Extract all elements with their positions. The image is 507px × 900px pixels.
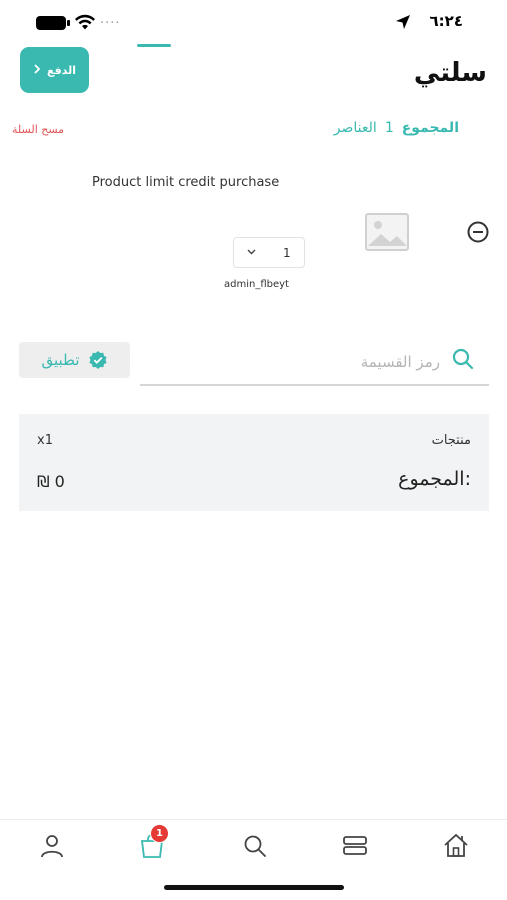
summary-items-label: العناصر: [333, 120, 377, 136]
battery-icon: [36, 16, 70, 30]
search-icon[interactable]: [241, 832, 269, 860]
checkout-button[interactable]: الدفع: [20, 47, 89, 93]
product-name[interactable]: Product limit credit purchase: [92, 175, 279, 190]
status-time: ٦:٢٤: [429, 12, 463, 30]
seller-name: admin_flbeyt: [224, 279, 289, 290]
apply-coupon-label: تطبيق: [41, 351, 80, 369]
total-label: المجموع:: [398, 468, 471, 490]
order-totals-panel: منتجات x1 المجموع: ₪ 0: [19, 414, 489, 511]
search-icon: [452, 348, 474, 370]
home-icon[interactable]: [442, 832, 470, 860]
chevron-down-icon: [247, 247, 256, 258]
clear-cart-link[interactable]: مسح السلة: [12, 123, 64, 136]
coupon-field: [140, 341, 489, 386]
location-arrow-icon: [396, 15, 410, 29]
home-indicator: [164, 885, 344, 890]
chevron-right-icon: [33, 63, 41, 77]
products-label: منتجات: [431, 433, 471, 448]
cart-tab[interactable]: 1: [138, 824, 169, 860]
checkout-button-label: الدفع: [47, 63, 76, 77]
cart-badge: 1: [150, 824, 169, 843]
page-title: سلتي: [413, 58, 487, 88]
products-count: x1: [37, 433, 53, 448]
verified-badge-icon: [88, 351, 107, 369]
summary-total-label: المجموع: [401, 120, 459, 136]
total-value: ₪ 0: [37, 472, 65, 491]
user-icon[interactable]: [38, 832, 66, 860]
coupon-input[interactable]: [140, 347, 440, 377]
active-tab-indicator: [137, 44, 171, 47]
cart-summary: المجموع 1 العناصر: [334, 120, 459, 136]
image-placeholder-icon: [365, 213, 409, 251]
minus-circle-icon[interactable]: [466, 220, 490, 244]
quantity-value: 1: [283, 245, 291, 260]
wifi-icon: [75, 14, 95, 30]
quantity-select[interactable]: 1: [233, 237, 305, 268]
signal-indicator: ....: [100, 12, 121, 27]
categories-icon[interactable]: [341, 832, 369, 860]
summary-items-count: 1: [384, 120, 394, 136]
apply-coupon-button[interactable]: تطبيق: [19, 342, 130, 378]
status-bar: .... ٦:٢٤: [0, 0, 507, 46]
